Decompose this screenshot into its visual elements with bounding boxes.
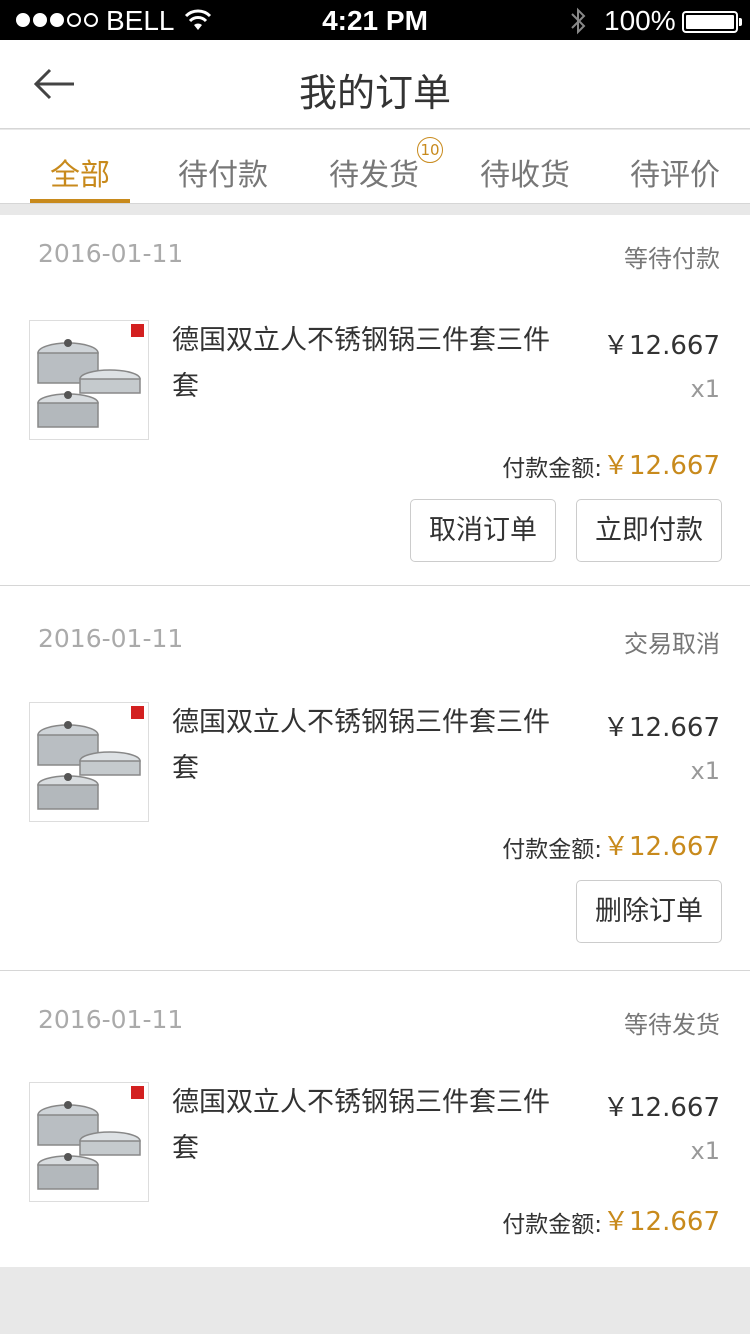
tab-badge: 10 (417, 137, 443, 163)
product-image[interactable] (29, 702, 149, 822)
product-image[interactable] (29, 320, 149, 440)
cookware-icon (37, 706, 144, 810)
product-quantity: x1 (690, 1137, 720, 1165)
payment-amount-value: ￥12.667 (603, 451, 720, 481)
product-price: ￥12.667 (603, 331, 720, 361)
battery-icon (682, 11, 742, 33)
tab-pending-review[interactable]: 待评价 (610, 150, 740, 194)
order-status: 等待发货 (624, 1011, 720, 1039)
payment-amount-value: ￥12.667 (603, 832, 720, 862)
order-status: 交易取消 (624, 630, 720, 658)
order-date: 2016-01-11 (38, 1005, 184, 1034)
tab-pending-receipt[interactable]: 待收货 (460, 150, 590, 194)
pay-now-button[interactable]: 立即付款 (576, 499, 722, 562)
product-image[interactable] (29, 1082, 149, 1202)
battery-percentage: 100% (604, 5, 676, 36)
order-tabs: 全部 待付款 待发货 待收货 待评价 (0, 130, 750, 204)
product-price: ￥12.667 (603, 1093, 720, 1123)
order-card: 2016-01-11 交易取消 德国双立人不锈钢锅三件套三件套 ￥12.667 … (0, 586, 750, 970)
cookware-icon (37, 324, 144, 428)
status-bar: BELL 4:21 PM 100% (0, 0, 750, 40)
active-tab-indicator (30, 199, 130, 203)
bluetooth-icon (571, 7, 586, 35)
product-price: ￥12.667 (603, 713, 720, 743)
product-name[interactable]: 德国双立人不锈钢锅三件套三件套 (172, 318, 552, 410)
cancel-order-button[interactable]: 取消订单 (410, 499, 556, 562)
product-name[interactable]: 德国双立人不锈钢锅三件套三件套 (172, 1080, 552, 1172)
payment-amount-value: ￥12.667 (603, 1207, 720, 1237)
delete-order-button[interactable]: 删除订单 (576, 880, 722, 943)
order-date: 2016-01-11 (38, 624, 184, 653)
page-title: 我的订单 (298, 71, 451, 115)
order-card: 2016-01-11 等待发货 德国双立人不锈钢锅三件套三件套 ￥12.667 … (0, 971, 750, 1267)
cookware-icon (37, 1086, 144, 1190)
tab-all[interactable]: 全部 (15, 150, 145, 194)
product-quantity: x1 (690, 375, 720, 403)
product-quantity: x1 (690, 757, 720, 785)
payment-amount-label: 付款金额: (502, 837, 602, 863)
order-date: 2016-01-11 (38, 239, 184, 268)
tab-pending-payment[interactable]: 待付款 (158, 150, 288, 194)
order-card: 2016-01-11 等待付款 德国双立人不锈钢锅三件套三件套 ￥12.667 … (0, 215, 750, 585)
navigation-bar: 我的订单 (0, 40, 750, 129)
order-status: 等待付款 (624, 245, 720, 273)
payment-amount-label: 付款金额: (502, 456, 602, 482)
product-name[interactable]: 德国双立人不锈钢锅三件套三件套 (172, 700, 552, 792)
payment-amount-label: 付款金额: (502, 1212, 602, 1238)
